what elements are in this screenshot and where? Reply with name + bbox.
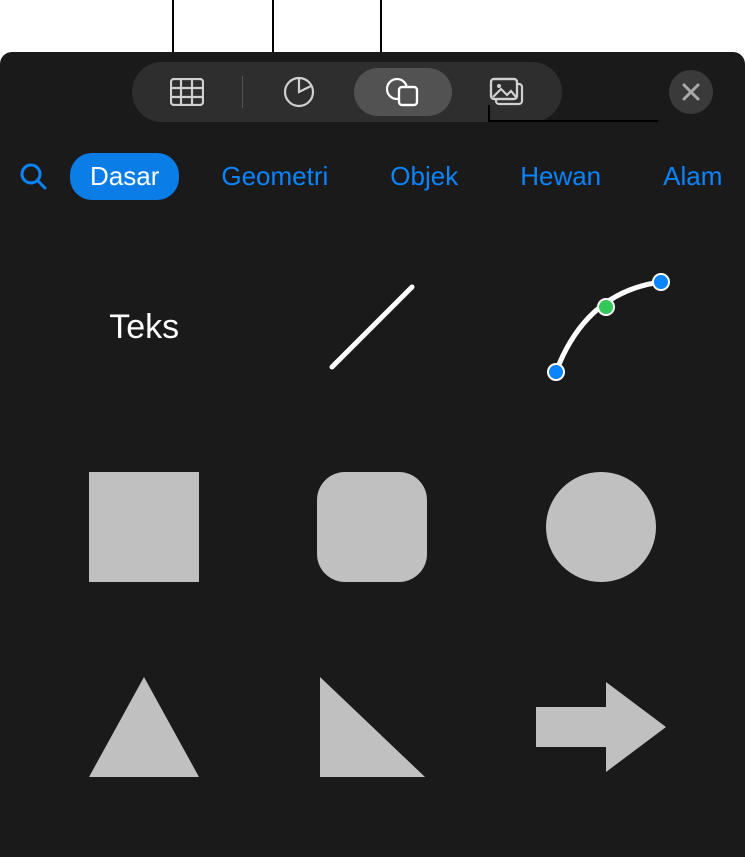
chart-icon	[283, 76, 315, 108]
shape-item-square[interactable]	[69, 462, 219, 592]
shape-item-arrow-right[interactable]	[526, 662, 676, 792]
right-triangle-shape-icon	[315, 672, 430, 782]
category-tab-alam[interactable]: Alam	[643, 153, 742, 200]
shape-item-line[interactable]	[297, 262, 447, 392]
shape-item-text[interactable]: Teks	[69, 262, 219, 392]
category-tab-dasar[interactable]: Dasar	[70, 153, 179, 200]
insert-panel: Dasar Geometri Objek Hewan Alam Teks	[0, 52, 745, 857]
shape-item-triangle[interactable]	[69, 662, 219, 792]
category-tabs: Dasar Geometri Objek Hewan Alam	[0, 144, 745, 208]
triangle-shape-icon	[84, 672, 204, 782]
search-icon	[18, 161, 48, 191]
bezier-shape-icon	[526, 262, 676, 392]
shape-item-right-triangle[interactable]	[297, 662, 447, 792]
category-tab-hewan[interactable]: Hewan	[500, 153, 621, 200]
table-icon	[170, 78, 204, 106]
category-tab-geometri[interactable]: Geometri	[201, 153, 348, 200]
callout-line	[488, 120, 658, 122]
media-tool-button[interactable]	[458, 68, 556, 116]
toolbar-divider	[242, 76, 243, 108]
circle-shape-icon	[546, 472, 656, 582]
shape-icon	[385, 77, 421, 107]
close-button[interactable]	[669, 70, 713, 114]
line-shape-icon	[312, 267, 432, 387]
media-icon	[489, 77, 525, 107]
table-tool-button[interactable]	[138, 68, 236, 116]
callout-line	[488, 105, 490, 121]
shapes-grid: Teks	[0, 232, 745, 822]
chart-tool-button[interactable]	[250, 68, 348, 116]
square-shape-icon	[89, 472, 199, 582]
shape-item-circle[interactable]	[526, 462, 676, 592]
callout-line	[380, 0, 382, 52]
callout-line	[272, 0, 274, 52]
shape-item-bezier[interactable]	[526, 262, 676, 392]
rounded-square-shape-icon	[317, 472, 427, 582]
shape-item-rounded-square[interactable]	[297, 462, 447, 592]
close-icon	[681, 82, 701, 102]
insert-toolbar	[132, 62, 562, 122]
arrow-right-shape-icon	[531, 677, 671, 777]
search-button[interactable]	[18, 161, 48, 191]
text-shape-label: Teks	[109, 308, 179, 347]
shape-tool-button[interactable]	[354, 68, 452, 116]
callout-line	[172, 0, 174, 52]
category-tab-objek[interactable]: Objek	[370, 153, 478, 200]
